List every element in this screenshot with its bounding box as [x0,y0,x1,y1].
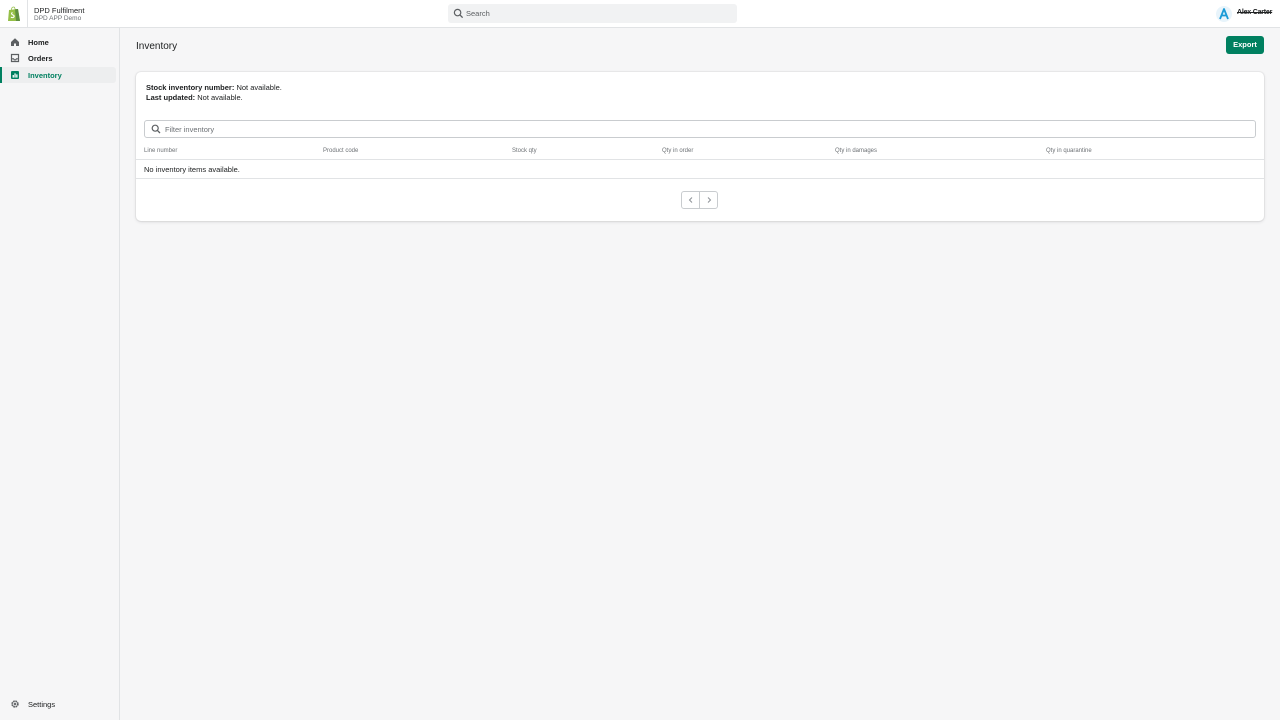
sidebar-item-settings[interactable]: Settings [0,696,116,712]
last-updated-value: Not available. [195,93,243,102]
next-page-button[interactable] [699,191,718,209]
search-placeholder: Search [466,9,490,18]
stock-inventory-label: Stock inventory number: [146,83,235,92]
column-header-product-code[interactable]: Product code [323,148,358,154]
pagination [681,191,719,209]
gear-icon [11,700,19,708]
search-icon [151,124,161,134]
sidebar: Home Orders Inventory Settings [0,28,120,720]
home-icon [11,38,19,46]
avatar-letter-a-icon[interactable] [1216,6,1232,22]
sidebar-item-home[interactable]: Home [0,34,116,50]
shopify-bag-icon[interactable] [7,6,21,22]
column-header-stock-qty[interactable]: Stock qty [512,148,537,154]
previous-page-button[interactable] [681,191,700,209]
user-name[interactable]: Alex Carter [1237,9,1272,16]
chevron-right-icon [707,197,712,203]
inventory-card: Stock inventory number: Not available. L… [136,72,1264,221]
stock-inventory-number: Stock inventory number: Not available. [146,83,282,92]
column-header-qty-in-order[interactable]: Qty in order [662,148,693,154]
table-header-divider [136,159,1264,160]
inbox-icon [10,53,20,63]
last-updated-label: Last updated: [146,93,196,102]
brand-divider [27,0,28,28]
column-header-qty-in-quarantine[interactable]: Qty in quarantine [1046,148,1092,154]
column-header-qty-in-damages[interactable]: Qty in damages [835,148,877,154]
export-button[interactable]: Export [1226,36,1264,54]
table-footer-divider [136,178,1264,179]
search-icon [453,8,464,19]
app-title: DPD Fulfilment [34,6,85,15]
filter-inventory-input[interactable]: Filter inventory [144,120,1256,138]
inventory-icon [11,71,19,79]
top-bar: DPD Fulfilment DPD APP Demo Search Alex … [0,0,1280,28]
app-subtitle: DPD APP Demo [34,15,82,22]
last-updated: Last updated: Not available. [146,93,243,102]
stock-inventory-value: Not available. [234,83,282,92]
global-search-input[interactable]: Search [448,4,737,23]
sidebar-item-label: Orders [28,54,53,63]
sidebar-item-label: Settings [28,700,56,709]
chevron-left-icon [688,197,693,203]
sidebar-item-label: Inventory [28,71,62,80]
sidebar-item-inventory[interactable]: Inventory [0,67,116,83]
filter-placeholder: Filter inventory [165,125,215,134]
page-title: Inventory [136,41,178,52]
empty-state-message: No inventory items available. [144,165,240,174]
sidebar-item-orders[interactable]: Orders [0,50,116,66]
sidebar-item-label: Home [28,38,49,47]
column-header-line-number[interactable]: Line number [144,148,177,154]
